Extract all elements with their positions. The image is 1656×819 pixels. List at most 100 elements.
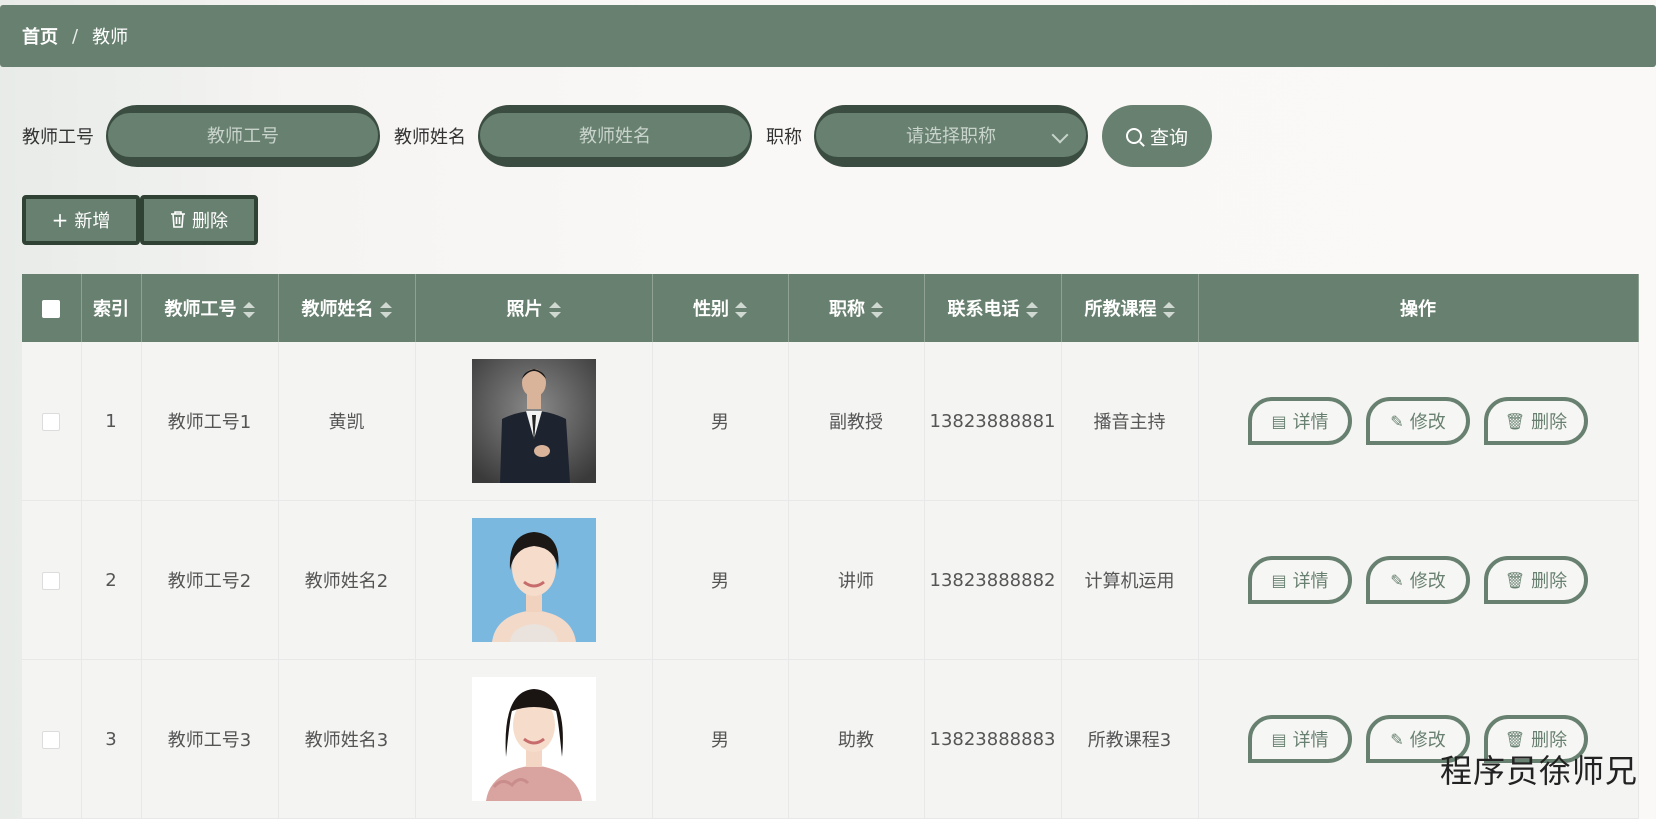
toolbar: + 新增 删除	[22, 195, 258, 245]
table-row: 1 教师工号1 黄凯 男 副教授 13823888881 播音主持 ▤ 详情 ✎…	[22, 342, 1639, 501]
table-row: 3 教师工号3 教师姓名3 男 助教 13823888883 所教课程3 ▤ 详…	[22, 659, 1639, 819]
row-checkbox[interactable]	[42, 412, 61, 431]
add-button[interactable]: + 新增	[22, 195, 140, 245]
delete-label: 删除	[1531, 571, 1568, 592]
title-label: 职称	[766, 127, 802, 148]
table-row: 2 教师工号2 教师姓名2 男 讲师 13823888882 计算机运用 ▤ 详…	[22, 500, 1639, 660]
teacher-name-placeholder: 教师姓名	[480, 113, 750, 157]
cell-actions: ▤ 详情 ✎ 修改 🗑 删除	[1198, 342, 1639, 501]
trash-icon: 🗑	[1504, 411, 1526, 431]
sort-icon[interactable]	[379, 302, 392, 318]
col-phone[interactable]: 联系电话	[924, 274, 1062, 342]
cell-course: 播音主持	[1061, 342, 1199, 501]
teacher-photo[interactable]	[471, 677, 596, 801]
cell-course: 计算机运用	[1061, 500, 1199, 660]
title-select-placeholder: 请选择职称	[816, 113, 1086, 157]
plus-icon: +	[51, 208, 69, 232]
col-phone-label: 联系电话	[947, 299, 1020, 320]
cell-actions: ▤ 详情 ✎ 修改 🗑 删除	[1198, 659, 1639, 819]
sort-icon[interactable]	[1162, 302, 1175, 318]
search-icon	[1125, 128, 1142, 144]
trash-icon	[170, 210, 186, 231]
col-photo[interactable]: 照片	[415, 274, 653, 342]
row-checkbox[interactable]	[42, 730, 61, 749]
col-course-label: 所教课程	[1084, 299, 1157, 320]
edit-button[interactable]: ✎ 修改	[1366, 397, 1470, 445]
col-gender[interactable]: 性别	[652, 274, 789, 342]
col-teacher-no[interactable]: 教师工号	[141, 274, 279, 342]
cell-photo	[415, 342, 653, 501]
col-title-label: 职称	[829, 299, 865, 320]
chevron-down-icon	[1051, 126, 1069, 144]
row-checkbox[interactable]	[42, 571, 61, 590]
select-all-cell	[22, 274, 82, 342]
cell-teacher-no: 教师工号3	[141, 659, 279, 819]
edit-icon: ✎	[1390, 411, 1404, 431]
cell-index: 3	[81, 659, 142, 819]
teacher-photo[interactable]	[471, 359, 596, 483]
cell-teacher-no: 教师工号1	[141, 342, 279, 501]
delete-button[interactable]: 🗑 删除	[1484, 397, 1588, 445]
sort-icon[interactable]	[871, 302, 883, 318]
edit-icon: ✎	[1390, 570, 1404, 590]
document-icon: ▤	[1271, 411, 1287, 431]
cell-title: 副教授	[788, 342, 925, 501]
breadcrumb: 首页 / 教师	[0, 5, 1656, 67]
cell-photo	[415, 500, 653, 660]
cell-actions: ▤ 详情 ✎ 修改 🗑 删除	[1198, 500, 1639, 660]
col-gender-label: 性别	[693, 299, 729, 320]
col-actions-label: 操作	[1400, 299, 1436, 320]
teacher-no-label: 教师工号	[22, 127, 94, 148]
detail-label: 详情	[1292, 571, 1329, 592]
sort-icon[interactable]	[1025, 302, 1038, 318]
add-button-label: 新增	[74, 211, 111, 232]
row-select-cell	[22, 500, 82, 660]
select-all-checkbox[interactable]	[42, 299, 61, 318]
teacher-photo[interactable]	[471, 518, 596, 642]
delete-button[interactable]: 🗑 删除	[1484, 556, 1588, 604]
breadcrumb-separator: /	[72, 25, 79, 47]
cell-index: 1	[81, 342, 142, 501]
cell-title: 助教	[788, 659, 925, 819]
cell-teacher-no: 教师工号2	[141, 500, 279, 660]
col-photo-label: 照片	[506, 299, 543, 320]
col-title[interactable]: 职称	[788, 274, 925, 342]
cell-gender: 男	[652, 659, 789, 819]
detail-button[interactable]: ▤ 详情	[1248, 397, 1352, 445]
breadcrumb-current: 教师	[92, 27, 129, 48]
cell-index: 2	[81, 500, 142, 660]
batch-delete-label: 删除	[192, 211, 228, 232]
cell-phone: 13823888882	[924, 500, 1062, 660]
cell-name: 教师姓名2	[278, 500, 416, 660]
title-select[interactable]: 请选择职称	[814, 105, 1088, 167]
detail-button[interactable]: ▤ 详情	[1248, 556, 1352, 604]
sort-icon[interactable]	[548, 302, 561, 318]
cell-gender: 男	[652, 342, 789, 501]
teacher-name-input[interactable]: 教师姓名	[478, 105, 752, 167]
sort-icon[interactable]	[735, 302, 747, 318]
row-select-cell	[22, 659, 82, 819]
edit-label: 修改	[1409, 571, 1446, 592]
query-button[interactable]: 查询	[1102, 105, 1212, 167]
detail-label: 详情	[1292, 730, 1329, 751]
col-course[interactable]: 所教课程	[1061, 274, 1199, 342]
edit-button[interactable]: ✎ 修改	[1366, 556, 1470, 604]
breadcrumb-home[interactable]: 首页	[22, 23, 58, 49]
cell-name: 黄凯	[278, 342, 416, 501]
watermark: 程序员徐师兄	[1439, 752, 1638, 790]
detail-label: 详情	[1292, 412, 1329, 433]
detail-button[interactable]: ▤ 详情	[1248, 715, 1352, 763]
cell-phone: 13823888881	[924, 342, 1062, 501]
col-index-label: 索引	[93, 299, 129, 320]
teacher-table: 索引 教师工号 教师姓名 照片 性别 职称 联系电话 所教课程 操作 1 教师工…	[22, 274, 1639, 819]
teacher-no-input[interactable]: 教师工号	[106, 105, 380, 167]
cell-name: 教师姓名3	[278, 659, 416, 819]
batch-delete-button[interactable]: 删除	[140, 195, 258, 245]
cell-gender: 男	[652, 500, 789, 660]
trash-icon: 🗑	[1504, 570, 1526, 590]
cell-course: 所教课程3	[1061, 659, 1199, 819]
sort-icon[interactable]	[242, 302, 255, 318]
col-name[interactable]: 教师姓名	[278, 274, 416, 342]
cell-title: 讲师	[788, 500, 925, 660]
delete-label: 删除	[1531, 412, 1568, 433]
